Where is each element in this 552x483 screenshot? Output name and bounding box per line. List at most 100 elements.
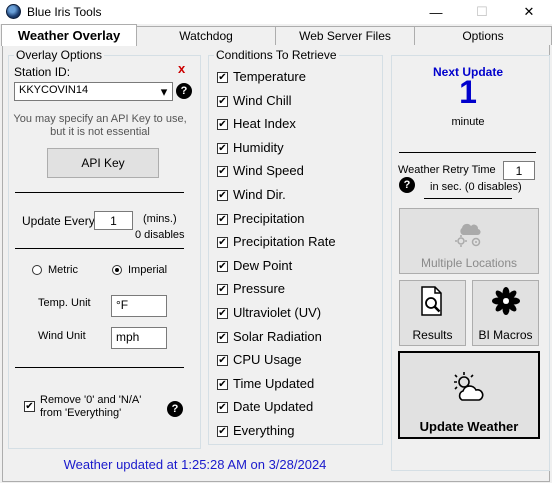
condition-label: Solar Radiation: [233, 329, 322, 344]
bi-macros-label: BI Macros: [478, 328, 533, 342]
condition-label: CPU Usage: [233, 352, 302, 367]
sun-cloud-icon: [454, 372, 484, 401]
multiple-locations-icon: [455, 223, 481, 247]
condition-checkbox[interactable]: ✔: [217, 166, 228, 177]
retry-help-icon[interactable]: ?: [399, 177, 415, 193]
document-search-icon: [421, 286, 442, 316]
condition-label: Date Updated: [233, 399, 314, 414]
condition-checkbox[interactable]: ✔: [217, 96, 228, 107]
maximize-button[interactable]: ☐: [459, 0, 505, 24]
temp-unit-label: Temp. Unit: [38, 297, 91, 309]
condition-checkbox[interactable]: ✔: [217, 426, 228, 437]
condition-label: Pressure: [233, 281, 286, 296]
update-every-input[interactable]: 1: [94, 211, 133, 230]
update-weather-label: Update Weather: [419, 419, 519, 434]
next-update-value: 1: [459, 74, 477, 110]
imperial-radio[interactable]: [112, 265, 122, 275]
divider: [399, 152, 536, 153]
conditions-title: Conditions To Retrieve: [214, 48, 339, 62]
condition-label: Wind Dir.: [233, 187, 286, 202]
remove-empty-label: Remove '0' and 'N/A' from 'Everything': [40, 394, 141, 420]
metric-label: Metric: [48, 264, 78, 276]
station-id-value: KKYCOVIN14: [19, 84, 89, 96]
condition-label: Temperature: [233, 69, 306, 84]
tab-web-server-files[interactable]: Web Server Files: [275, 26, 415, 45]
condition-checkbox[interactable]: ✔: [217, 261, 228, 272]
condition-label: Heat Index: [233, 116, 296, 131]
condition-label: Time Updated: [233, 376, 315, 391]
tab-options[interactable]: Options: [414, 26, 552, 45]
api-note: You may specify an API Key to use, but i…: [10, 113, 190, 139]
multiple-locations-label: Multiple Locations: [420, 256, 518, 270]
update-every-label: Update Every: [22, 214, 95, 228]
remove-help-icon[interactable]: ?: [167, 401, 183, 417]
condition-item[interactable]: ✔ Precipitation: [215, 211, 375, 228]
condition-item[interactable]: ✔ Wind Chill: [215, 93, 375, 110]
api-key-button[interactable]: API Key: [47, 148, 159, 178]
wind-unit-input[interactable]: mph: [111, 327, 167, 349]
condition-checkbox[interactable]: ✔: [217, 143, 228, 154]
condition-checkbox[interactable]: ✔: [217, 379, 228, 390]
remove-empty-checkbox[interactable]: ✔: [24, 401, 35, 412]
condition-checkbox[interactable]: ✔: [217, 402, 228, 413]
retry-input[interactable]: 1: [503, 161, 535, 180]
chevron-down-icon[interactable]: ▾: [156, 83, 172, 100]
condition-item[interactable]: ✔ Heat Index: [215, 116, 375, 133]
tab-weather-overlay[interactable]: Weather Overlay: [1, 24, 137, 46]
disables-label: 0 disables: [135, 229, 185, 241]
condition-label: Dew Point: [233, 258, 293, 273]
condition-checkbox[interactable]: ✔: [217, 214, 228, 225]
condition-checkbox[interactable]: ✔: [217, 190, 228, 201]
station-help-icon[interactable]: ?: [176, 83, 192, 99]
imperial-label: Imperial: [128, 264, 168, 276]
condition-item[interactable]: ✔ Wind Speed: [215, 163, 375, 180]
flower-icon: [492, 287, 520, 315]
condition-item[interactable]: ✔ Pressure: [215, 281, 375, 298]
condition-checkbox[interactable]: ✔: [217, 284, 228, 295]
condition-checkbox[interactable]: ✔: [217, 119, 228, 130]
condition-label: Humidity: [233, 140, 284, 155]
condition-item[interactable]: ✔ Solar Radiation: [215, 329, 375, 346]
tab-watchdog[interactable]: Watchdog: [136, 26, 276, 45]
condition-label: Precipitation: [233, 211, 305, 226]
divider: [15, 248, 184, 249]
next-update-unit: minute: [451, 116, 485, 128]
condition-item[interactable]: ✔ Ultraviolet (UV): [215, 305, 375, 322]
divider: [15, 367, 184, 368]
condition-checkbox[interactable]: ✔: [217, 308, 228, 319]
results-label: Results: [412, 328, 453, 342]
condition-item[interactable]: ✔ Temperature: [215, 69, 375, 86]
condition-label: Precipitation Rate: [233, 234, 336, 249]
condition-checkbox[interactable]: ✔: [217, 355, 228, 366]
condition-label: Wind Chill: [233, 93, 292, 108]
window-title: Blue Iris Tools: [27, 5, 102, 19]
wind-unit-label: Wind Unit: [38, 330, 86, 342]
condition-item[interactable]: ✔ Time Updated: [215, 376, 375, 393]
divider: [424, 198, 512, 199]
condition-label: Wind Speed: [233, 163, 304, 178]
close-button[interactable]: ✕: [506, 0, 552, 24]
condition-label: Everything: [233, 423, 295, 438]
retry-sub-label: in sec. (0 disables): [430, 181, 522, 193]
condition-item[interactable]: ✔ Humidity: [215, 140, 375, 157]
api-note-line-1: You may specify an API Key to use,: [13, 113, 187, 125]
condition-label: Ultraviolet (UV): [233, 305, 322, 320]
condition-item[interactable]: ✔ Wind Dir.: [215, 187, 375, 204]
metric-radio[interactable]: [32, 265, 42, 275]
minimize-button[interactable]: —: [413, 0, 459, 24]
app-logo-icon: [6, 4, 21, 19]
condition-item[interactable]: ✔ Date Updated: [215, 399, 375, 416]
condition-item[interactable]: ✔ CPU Usage: [215, 352, 375, 369]
divider: [15, 192, 184, 193]
condition-checkbox[interactable]: ✔: [217, 332, 228, 343]
remove-empty-line-2: from 'Everything': [40, 407, 122, 419]
temp-unit-input[interactable]: °F: [111, 295, 167, 317]
condition-checkbox[interactable]: ✔: [217, 237, 228, 248]
mins-label: (mins.): [143, 213, 177, 225]
condition-checkbox[interactable]: ✔: [217, 72, 228, 83]
clear-station-icon[interactable]: x: [178, 61, 185, 76]
condition-item[interactable]: ✔ Dew Point: [215, 258, 375, 275]
condition-item[interactable]: ✔ Precipitation Rate: [215, 234, 375, 251]
station-id-dropdown[interactable]: KKYCOVIN14: [14, 82, 173, 101]
condition-item[interactable]: ✔ Everything: [215, 423, 375, 440]
